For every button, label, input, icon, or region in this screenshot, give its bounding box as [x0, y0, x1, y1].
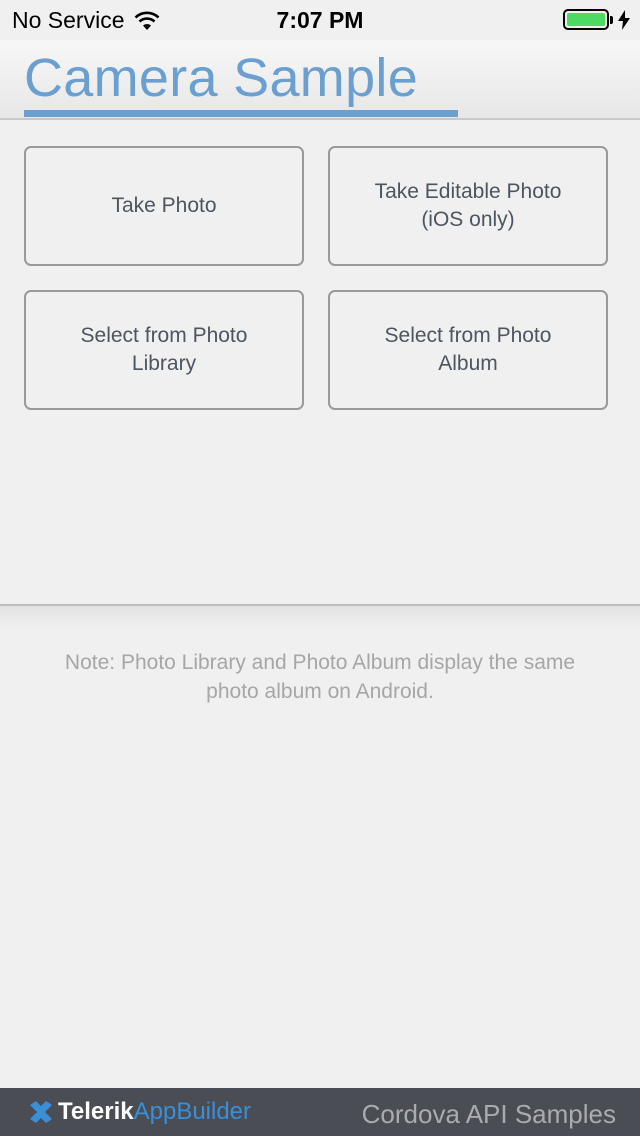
title-underline — [24, 110, 458, 117]
select-from-album-button[interactable]: Select from Photo Album — [328, 290, 608, 410]
telerik-logo-icon — [30, 1101, 52, 1123]
page-title: Camera Sample — [24, 48, 419, 108]
footer-bar: Telerik AppBuilder Cordova API Samples — [0, 1088, 640, 1136]
status-bar: No Service 7:07 PM — [0, 0, 640, 40]
battery-tip — [610, 15, 613, 24]
brand-appbuilder: AppBuilder — [133, 1098, 252, 1125]
status-time: 7:07 PM — [276, 7, 364, 33]
brand-telerik: Telerik — [58, 1098, 134, 1125]
battery-indicator — [563, 9, 630, 30]
battery-icon — [563, 9, 609, 30]
take-photo-button[interactable]: Take Photo — [24, 146, 304, 266]
select-from-library-button[interactable]: Select from Photo Library — [24, 290, 304, 410]
charging-bolt-icon — [618, 9, 630, 30]
take-editable-photo-button[interactable]: Take Editable Photo (iOS only) — [328, 146, 608, 266]
section-divider — [0, 604, 640, 628]
note-text: Note: Photo Library and Photo Album disp… — [64, 651, 576, 703]
app-screen: No Service 7:07 PM Camera Sample Take Ph… — [0, 0, 640, 1136]
battery-fill — [567, 13, 605, 26]
brand-logo: Telerik AppBuilder — [28, 1098, 251, 1126]
footer-caption: Cordova API Samples — [361, 1099, 616, 1129]
header-bar: Camera Sample — [0, 40, 640, 120]
